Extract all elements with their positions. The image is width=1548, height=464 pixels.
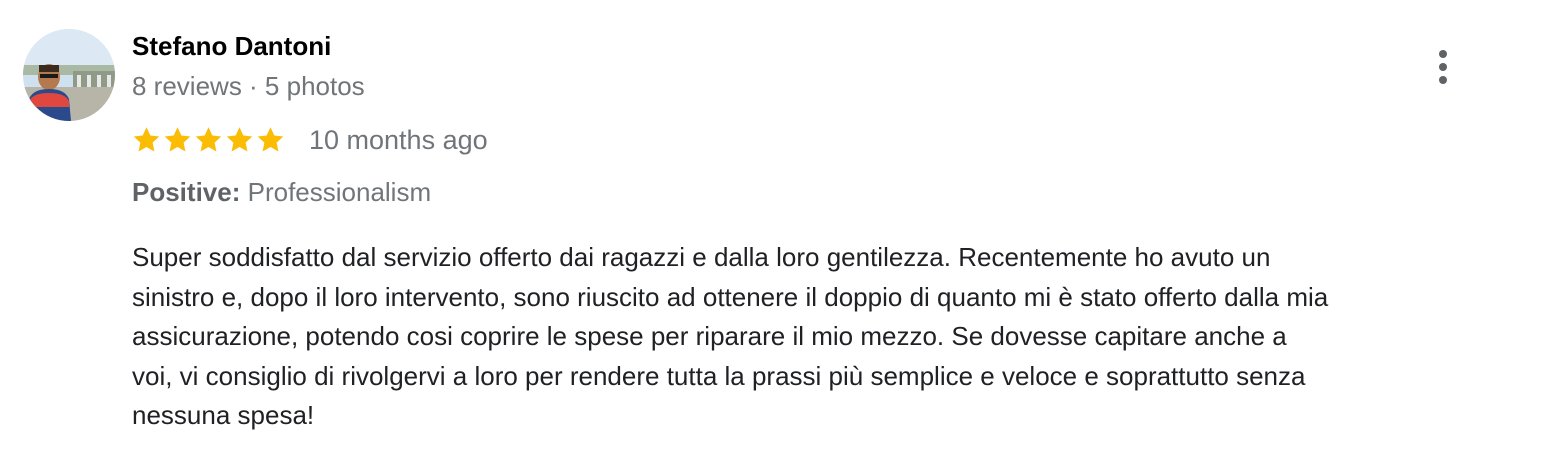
rating-row: 10 months ago xyxy=(131,122,488,158)
star-icon xyxy=(133,127,160,152)
avatar-photo xyxy=(23,29,115,121)
more-options-button[interactable] xyxy=(1424,46,1462,88)
reviewer-stats[interactable]: 8 reviews · 5 photos xyxy=(132,70,365,102)
review-text: Super soddisfatto dal servizio offerto d… xyxy=(132,242,1329,430)
more-vert-icon xyxy=(1439,50,1447,84)
star-icon xyxy=(226,127,253,152)
star-icon xyxy=(164,127,191,152)
review-highlights: Positive: Professionalism xyxy=(132,176,431,208)
avatar[interactable] xyxy=(23,29,115,121)
highlights-value: Professionalism xyxy=(247,177,432,207)
review-card: Stefano Dantoni 8 reviews · 5 photos 10 … xyxy=(0,0,1548,464)
star-icon xyxy=(257,127,284,152)
highlights-label: Positive: xyxy=(132,177,241,207)
star-icon xyxy=(195,127,222,152)
reviewer-name[interactable]: Stefano Dantoni xyxy=(132,30,331,62)
star-rating xyxy=(131,125,286,155)
review-date: 10 months ago xyxy=(309,125,488,155)
